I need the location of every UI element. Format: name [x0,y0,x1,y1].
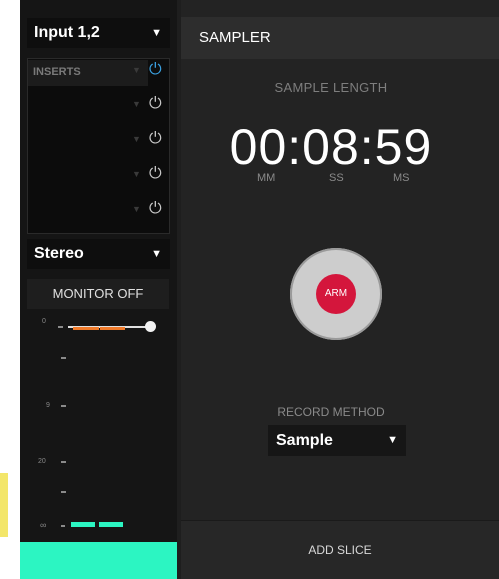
input-select[interactable]: Input 1,2 ▼ [27,18,170,48]
meter-scale-label: 9 [46,402,50,409]
insert-slot-2[interactable]: ▼ ⏻ [28,94,169,120]
meter-scale-label: 20 [38,458,46,465]
power-icon[interactable]: ⏻ [149,165,162,183]
chevron-down-icon[interactable]: ▼ [132,169,141,179]
sample-length-label: SAMPLE LENGTH [274,80,388,95]
level-indicator-left [73,327,99,330]
monitor-button[interactable]: MONITOR OFF [27,279,169,309]
chevron-down-icon[interactable]: ▼ [132,134,141,144]
output-select[interactable]: Stereo ▼ [27,239,170,269]
chevron-down-icon[interactable]: ▼ [132,99,141,109]
unit-milliseconds: MS [393,172,410,184]
record-method-select[interactable]: Sample ▼ [268,425,406,456]
unit-minutes: MM [257,172,276,184]
meter-tick [58,326,63,328]
level-meter-left [71,522,95,527]
insert-slot-1[interactable]: INSERTS ▼ [28,60,148,86]
meter-tick [61,405,66,407]
chevron-down-icon: ▼ [151,27,162,39]
power-icon[interactable]: ⏻ [149,95,162,113]
sample-length-timer: 00:08:59 [229,119,433,175]
chevron-down-icon: ▼ [151,248,162,260]
meter-tick [61,357,66,359]
sampler-title: SAMPLER [181,17,499,59]
unit-seconds: SS [329,172,344,184]
chevron-down-icon: ▼ [387,434,398,446]
inserts-list: INSERTS ▼ ⏻ ▼ ⏻ ▼ ⏻ ▼ ⏻ ▼ ⏻ [27,58,170,234]
channel-color-strip [20,542,177,579]
power-icon[interactable]: ⏻ [149,200,162,218]
meter-tick [61,461,66,463]
meter-scale-label: 0 [42,318,46,325]
level-indicator-right [100,327,125,330]
power-icon[interactable]: ⏻ [149,61,162,79]
meter-tick [61,491,66,493]
insert-slot-3[interactable]: ▼ ⏻ [28,129,169,155]
left-accent-bar [0,473,8,537]
chevron-down-icon[interactable]: ▼ [132,65,141,75]
input-select-value: Input 1,2 [34,24,100,41]
chevron-down-icon[interactable]: ▼ [132,204,141,214]
fader-handle[interactable] [145,321,156,332]
output-select-value: Stereo [34,245,84,262]
meter-tick [61,525,65,527]
meter-scale-label: ∞ [40,520,47,530]
insert-slot-4[interactable]: ▼ ⏻ [28,164,169,190]
insert-slot-5[interactable]: ▼ ⏻ [28,199,169,225]
add-slice-button[interactable]: ADD SLICE [181,521,499,579]
record-method-value: Sample [276,432,333,449]
arm-button[interactable]: ARM [316,274,356,314]
inserts-label: INSERTS [33,66,81,78]
power-icon[interactable]: ⏻ [149,130,162,148]
record-method-label: RECORD METHOD [277,405,385,419]
level-meter-right [99,522,123,527]
